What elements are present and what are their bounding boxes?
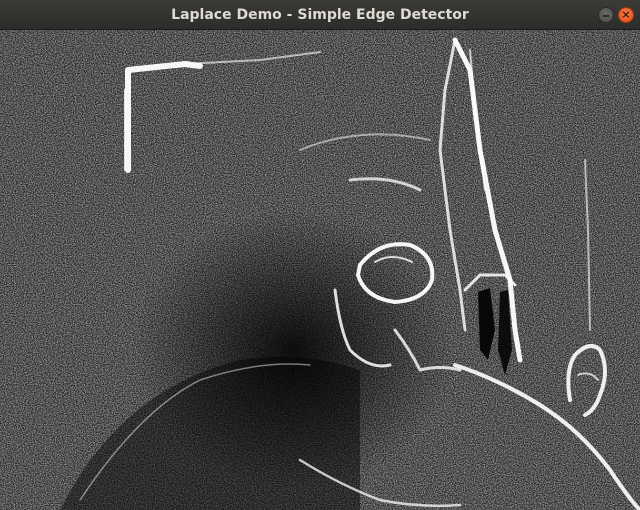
close-icon: × (621, 8, 631, 21)
minimize-button[interactable] (598, 7, 614, 23)
edge-detection-view (0, 30, 640, 510)
title-bar[interactable]: Laplace Demo - Simple Edge Detector × (0, 0, 640, 30)
window-title: Laplace Demo - Simple Edge Detector (171, 7, 469, 23)
app-window: Laplace Demo - Simple Edge Detector × (0, 0, 640, 510)
edge-image (0, 30, 640, 510)
close-button[interactable]: × (618, 7, 634, 23)
